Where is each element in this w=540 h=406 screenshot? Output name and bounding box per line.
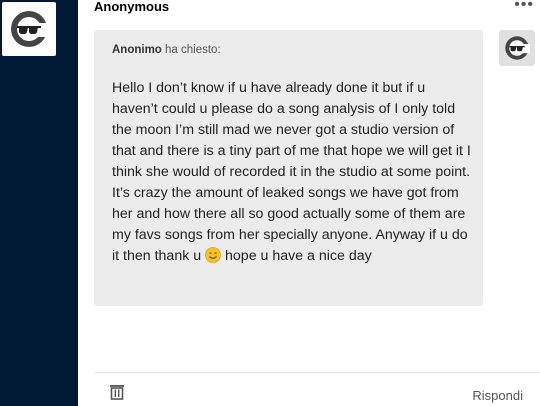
sunglasses-avatar-icon <box>505 36 530 60</box>
trash-icon[interactable] <box>108 383 126 401</box>
ask-box: Anonimo ha chiesto: Hello I don’t know i… <box>94 30 483 306</box>
avatar[interactable] <box>2 2 56 56</box>
sunglasses-avatar-icon <box>11 11 49 47</box>
post-author[interactable]: Anonymous <box>94 0 169 16</box>
more-icon[interactable]: ••• <box>514 0 534 14</box>
asker-suffix: ha chiesto: <box>161 44 221 56</box>
smiling-face-emoji <box>205 247 221 263</box>
asker-line: Anonimo ha chiesto: <box>112 44 221 56</box>
question-part1: Hello I don’t know if u have already don… <box>112 80 471 264</box>
asker-name: Anonimo <box>112 44 162 56</box>
question-part2: hope u have a nice day <box>221 248 372 264</box>
sidebar <box>0 0 78 406</box>
reply-button[interactable]: Rispondi <box>472 388 523 403</box>
asker-avatar[interactable] <box>499 30 535 66</box>
question-text: Hello I don’t know if u have already don… <box>112 78 472 267</box>
footer-divider <box>94 372 540 373</box>
post-card: Anonymous ••• Anonimo ha chiesto: Hello … <box>78 0 540 406</box>
